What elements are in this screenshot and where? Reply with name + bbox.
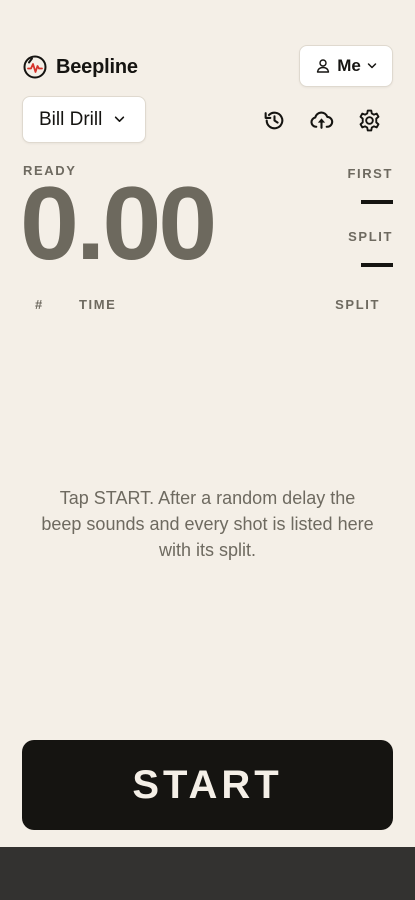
user-icon <box>315 58 331 74</box>
timer-display: 0.00 <box>20 166 217 282</box>
history-icon <box>262 108 287 133</box>
brand: Beepline <box>22 53 138 81</box>
chevron-down-icon <box>114 114 125 125</box>
first-shot-label: FIRST <box>347 166 393 181</box>
split-label: SPLIT <box>348 229 393 244</box>
start-button[interactable]: START <box>22 740 393 830</box>
cloud-upload-button[interactable] <box>307 106 335 134</box>
column-header-time: TIME <box>79 297 117 312</box>
bottom-bar <box>0 847 415 900</box>
column-header-number: # <box>35 297 44 312</box>
split-value-placeholder <box>361 263 393 267</box>
cloud-upload-icon <box>309 108 334 133</box>
shot-list-empty-message: Tap START. After a random delay the beep… <box>41 488 374 560</box>
app-name: Beepline <box>56 55 138 78</box>
drill-select[interactable]: Bill Drill <box>22 96 146 143</box>
user-menu-label: Me <box>337 56 361 75</box>
app-header: Beepline Me <box>0 0 415 90</box>
timer-logo-icon <box>22 54 48 80</box>
user-menu-button[interactable]: Me <box>299 45 393 87</box>
settings-button[interactable] <box>355 106 383 134</box>
history-button[interactable] <box>260 106 288 134</box>
start-button-label: START <box>132 762 283 807</box>
column-header-split: SPLIT <box>335 297 380 312</box>
gear-icon <box>357 108 382 133</box>
chevron-down-icon <box>367 61 377 71</box>
drill-select-label: Bill Drill <box>39 108 103 130</box>
first-shot-value-placeholder <box>361 200 393 204</box>
